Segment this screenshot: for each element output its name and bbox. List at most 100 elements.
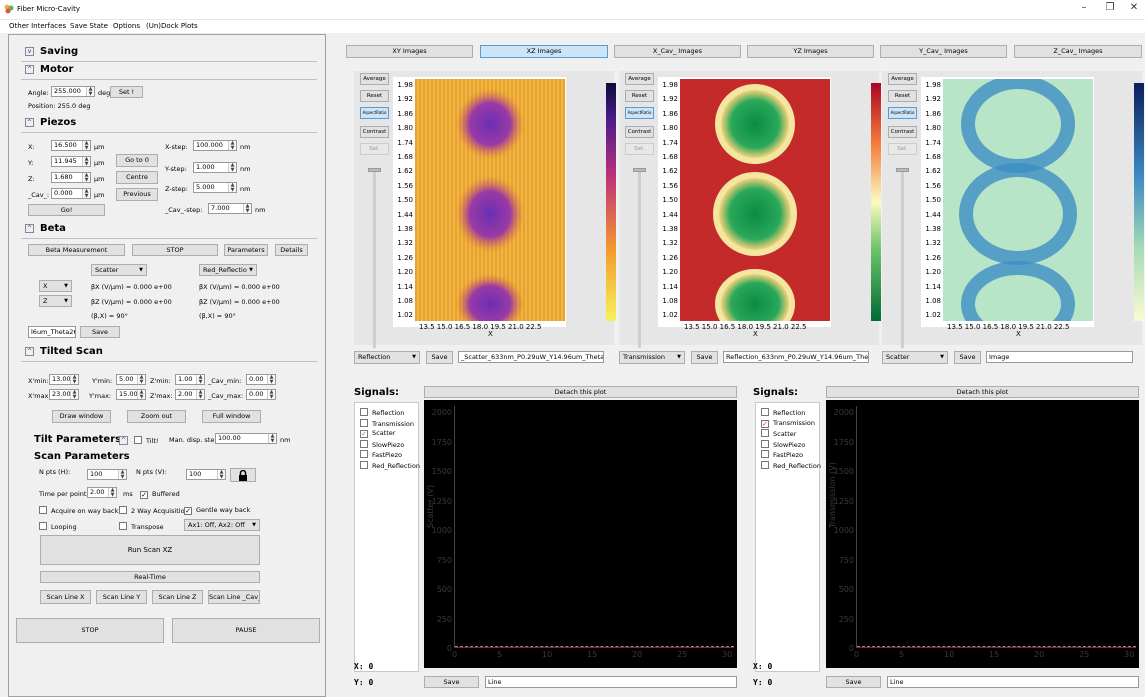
beta-toggle-icon[interactable]: ^ — [25, 224, 34, 233]
line-filename-input-1[interactable]: Line — [485, 676, 737, 688]
tab-xcav-images[interactable]: X_Cav_ Images — [614, 45, 741, 58]
transpose-checkbox[interactable]: Transpose — [119, 522, 164, 531]
aspect-ratio-button[interactable]: AspectRatio — [360, 107, 389, 119]
lock-button[interactable] — [230, 468, 256, 482]
aspect-ratio-button[interactable]: AspectRatio — [888, 107, 917, 119]
pause-button[interactable]: PAUSE — [172, 618, 320, 643]
channel-combo-2[interactable]: Transmission ▼ — [619, 351, 685, 364]
angle-spinbox[interactable]: 255.000 ▲ ▼ — [51, 86, 95, 97]
image-filename-input-2[interactable]: Reflection_633nm_P0.29uW_Y14.96um_Theta2… — [723, 351, 869, 363]
image-save-button-1[interactable]: Save — [426, 351, 453, 364]
reset-button[interactable]: Reset — [360, 90, 389, 102]
line-save-button-1[interactable]: Save — [424, 676, 479, 688]
channel-combo-3[interactable]: Scatter ▼ — [882, 351, 948, 364]
scan-line-z-button[interactable]: Scan Line Z — [152, 590, 203, 604]
xz-image-plot[interactable]: 1.98 1.92 1.86 1.80 1.74 1.68 1.62 1.56 1.50 1.44… — [921, 77, 1144, 338]
tab-xy-images[interactable]: XY Images — [346, 45, 473, 58]
zmin-spinbox[interactable]: 1.00 ▲ ▼ — [175, 374, 205, 385]
cavstep-spinbox[interactable]: 7.000 ▲ ▼ — [208, 203, 252, 214]
contrast-slider-handle[interactable] — [368, 168, 381, 172]
realtime-button[interactable]: Real-Time — [40, 571, 260, 583]
set-angle-button[interactable]: Set ! — [110, 86, 143, 98]
npts-h-spinbox[interactable]: 100 ▲ ▼ — [87, 469, 127, 480]
stop-button[interactable]: STOP — [16, 618, 164, 643]
beta-axis-combo-1[interactable]: X ▼ — [39, 280, 72, 292]
run-scan-button[interactable]: Run Scan XZ — [40, 535, 260, 565]
beta-header[interactable]: ^ Beta — [25, 223, 66, 237]
xmax-spinbox[interactable]: 23.00 ▲ ▼ — [49, 389, 79, 400]
x-spinbox[interactable]: 16.500 ▲ ▼ — [51, 140, 91, 151]
signal-checkbox-fastpiezo[interactable]: FastPiezo — [761, 450, 803, 459]
set-button[interactable]: Set. — [625, 143, 654, 155]
contrast-slider-handle[interactable] — [633, 168, 646, 172]
contrast-slider[interactable] — [901, 168, 904, 348]
contrast-button[interactable]: Contrast — [625, 126, 654, 138]
contrast-button[interactable]: Contrast — [888, 126, 917, 138]
saving-header[interactable]: v Saving — [25, 46, 78, 60]
signal-checkbox-slowpiezo[interactable]: SlowPiezo — [360, 439, 404, 449]
line-save-button-2[interactable]: Save — [826, 676, 881, 688]
goto0-button[interactable]: Go to 0 — [116, 154, 158, 167]
z-spinbox[interactable]: 1.680 ▲ ▼ — [51, 172, 91, 183]
man-disp-spinbox[interactable]: 100.00 ▲ ▼ — [215, 433, 277, 444]
npts-v-spinbox[interactable]: 100 ▲ ▼ — [186, 469, 226, 480]
acquire-back-checkbox[interactable]: Acquire on way back — [39, 506, 118, 515]
parameters-button[interactable]: Parameters — [224, 244, 268, 256]
gentle-back-checkbox[interactable]: ✓ Gentle way back — [184, 506, 250, 515]
image-save-button-3[interactable]: Save — [954, 351, 981, 364]
scan-line-x-button[interactable]: Scan Line X — [40, 590, 91, 604]
two-way-checkbox[interactable]: 2 Way Acquisition — [119, 506, 189, 515]
signal-checkbox-red-reflection[interactable]: Red_Reflection — [761, 460, 821, 470]
centre-button[interactable]: Centre — [116, 171, 158, 184]
line-filename-input-2[interactable]: Line — [887, 676, 1139, 688]
signal-checkbox-transmission[interactable]: ✓ Transmission — [761, 419, 815, 428]
zstep-spinbox[interactable]: 5.000 ▲ ▼ — [193, 182, 237, 193]
signal-checkbox-red-reflection[interactable]: Red_Reflection — [360, 460, 420, 470]
reset-button[interactable]: Reset — [625, 90, 654, 102]
reset-button[interactable]: Reset — [888, 90, 917, 102]
ymin-spinbox[interactable]: 5.00 ▲ ▼ — [116, 374, 146, 385]
cav-spinbox[interactable]: 0.000 ▲ ▼ — [51, 188, 91, 199]
xmin-spinbox[interactable]: 13.00 ▲ ▼ — [49, 374, 79, 385]
contrast-button[interactable]: Contrast — [360, 126, 389, 138]
signal-plot-1[interactable]: Scatter (V) 2000 1750 1500 1250 1000 750 500 25… — [424, 400, 737, 668]
previous-button[interactable]: Previous — [116, 188, 158, 201]
xstep-spinbox[interactable]: 100.000 ▲ ▼ — [193, 140, 237, 151]
average-button[interactable]: Average — [625, 73, 654, 85]
beta-signal-combo-1[interactable]: Scatter ▼ — [91, 264, 147, 276]
cavmin-spinbox[interactable]: 0.00 ▲ ▼ — [246, 374, 276, 385]
beta-signal-combo-2[interactable]: Red_Reflectio ▼ — [199, 264, 257, 276]
minimize-icon[interactable]: – — [1074, 2, 1094, 13]
tpp-spinbox[interactable]: 2.00 ▲ ▼ — [87, 487, 117, 498]
buffered-checkbox[interactable]: ✓ Buffered — [140, 490, 180, 499]
menu-save-state[interactable]: Save State — [70, 22, 108, 30]
signal-checkbox-scatter[interactable]: ✓ Scatter — [360, 429, 395, 438]
tilted-toggle-icon[interactable]: ^ — [25, 347, 34, 356]
menu-other-interfaces[interactable]: Other Interfaces — [9, 22, 66, 30]
looping-checkbox[interactable]: Looping — [39, 522, 77, 531]
maximize-icon[interactable]: ❐ — [1100, 2, 1120, 13]
image-filename-input-3[interactable]: Image — [986, 351, 1133, 363]
contrast-slider[interactable] — [373, 168, 376, 348]
beta-save-button[interactable]: Save — [80, 326, 120, 338]
motor-toggle-icon[interactable]: ^ — [25, 65, 34, 74]
beta-measurement-button[interactable]: Beta Measurement — [28, 244, 125, 256]
beta-filename-input[interactable]: l6um_Theta260 — [28, 326, 76, 338]
beta-axis-combo-2[interactable]: Z ▼ — [39, 295, 72, 307]
set-button[interactable]: Set. — [360, 143, 389, 155]
tilt-params-toggle-icon[interactable]: ^ — [119, 436, 128, 445]
tab-zcav-images[interactable]: Z_Cav_ Images — [1014, 45, 1142, 58]
signal-checkbox-transmission[interactable]: Transmission — [360, 418, 414, 428]
zoom-out-button[interactable]: Zoom out — [127, 410, 186, 423]
go-button[interactable]: Go! — [28, 204, 105, 216]
beta-stop-button[interactable]: STOP — [132, 244, 218, 256]
menu-undock-plots[interactable]: (Un)Dock Plots — [146, 22, 198, 30]
signal-checkbox-reflection[interactable]: Reflection — [360, 408, 404, 417]
scan-line-cav-button[interactable]: Scan Line _Cav_ — [208, 590, 260, 604]
average-button[interactable]: Average — [360, 73, 389, 85]
ymax-spinbox[interactable]: 15.00 ▲ ▼ — [116, 389, 146, 400]
image-save-button-2[interactable]: Save — [691, 351, 718, 364]
signal-plot-2[interactable]: Transmission (V) 2000 1750 1500 1250 1000 750… — [826, 400, 1139, 668]
piezos-toggle-icon[interactable]: ^ — [25, 118, 34, 127]
signal-checkbox-reflection[interactable]: Reflection — [761, 408, 805, 417]
